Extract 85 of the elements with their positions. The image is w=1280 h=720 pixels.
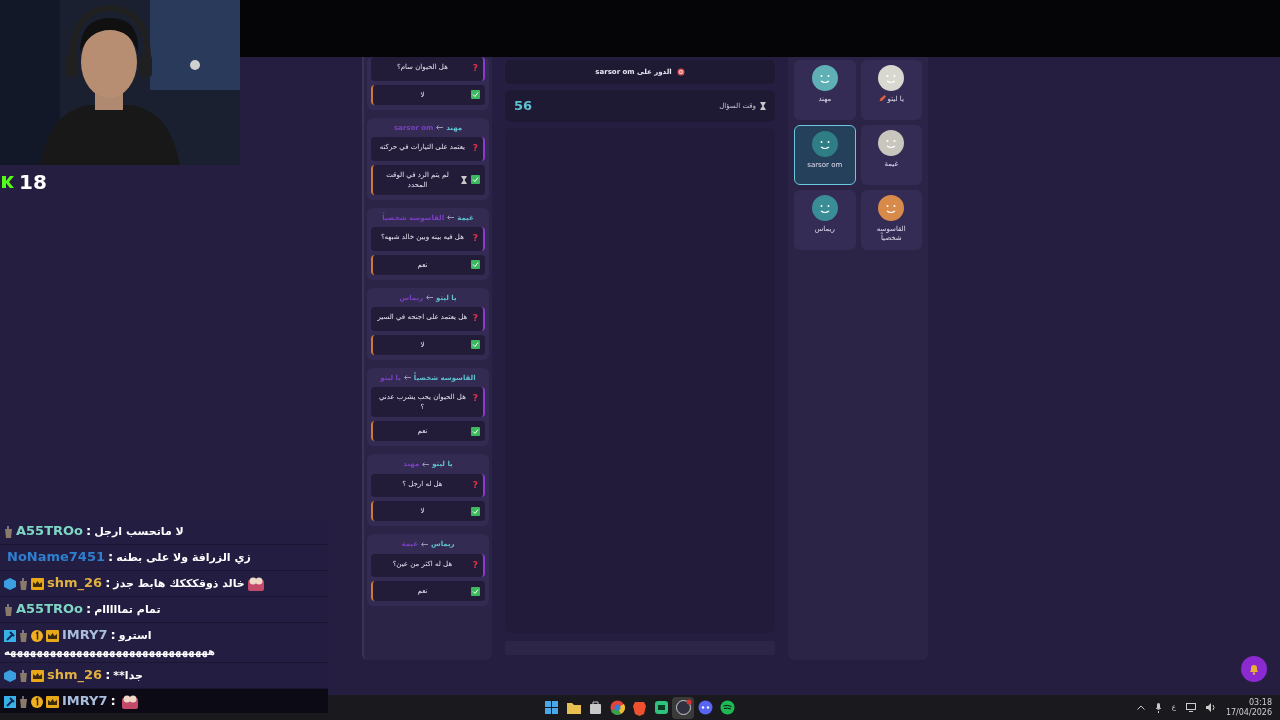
cup-icon	[19, 669, 28, 682]
chat-username: shm_26	[47, 575, 103, 590]
timer-value: 56	[514, 97, 533, 116]
microphone-icon[interactable]	[1154, 702, 1162, 713]
chat-text: خالد ذوقكككك هابط جدز	[113, 577, 245, 590]
music-circle-icon	[718, 699, 736, 716]
cube-icon	[4, 577, 16, 590]
crown-icon	[31, 577, 44, 590]
cup-icon	[19, 629, 28, 642]
chevron-up-icon[interactable]	[1136, 705, 1145, 710]
chat-username: IMRY7	[62, 693, 108, 708]
arrow-left-icon	[422, 461, 430, 467]
arrow-left-icon	[426, 295, 434, 301]
question-mark: ?	[472, 478, 478, 492]
crown-icon	[31, 669, 44, 682]
checkmark-icon	[471, 90, 480, 99]
checkmark-icon	[471, 260, 480, 269]
checkmark-icon	[471, 340, 480, 349]
chat-bubble-icon	[652, 699, 670, 716]
arrow-left-icon	[420, 541, 428, 547]
question-mark: ?	[472, 558, 478, 572]
chat-username: A55TROo	[16, 523, 83, 538]
cup-icon	[19, 695, 28, 708]
chat-text: تمام تمااااام	[94, 603, 161, 616]
cup-icon	[19, 577, 28, 590]
number-one-icon	[31, 695, 43, 708]
checkmark-icon	[471, 506, 480, 516]
checkmark-icon	[471, 426, 480, 436]
clock-time[interactable]: 03:18	[1248, 697, 1272, 708]
question-mark: ?	[472, 312, 478, 325]
viewer-count: 18	[19, 169, 47, 196]
separator-text: :	[110, 693, 116, 708]
hammer-icon	[4, 629, 16, 642]
cup-icon	[4, 603, 13, 616]
emote-icon	[246, 575, 265, 592]
cup-icon	[4, 525, 13, 538]
checkmark-icon	[471, 175, 480, 184]
separator-text: :	[86, 523, 92, 538]
chat-username: A55TROo	[16, 601, 83, 616]
k-logo-icon	[2, 174, 14, 190]
chat-text: هههههههههههههههههههههههههههههههه	[4, 645, 217, 659]
chat-username: NoName7451	[7, 549, 105, 564]
avatar-icon	[810, 130, 839, 158]
chat-text: زي الزرافة ولا على بطنه	[116, 551, 251, 564]
checkmark-icon	[471, 586, 480, 596]
taskbar-app-button[interactable]	[672, 696, 694, 719]
emote-icon	[120, 693, 139, 710]
monitor-icon[interactable]	[1185, 703, 1196, 712]
separator-text: :	[108, 549, 114, 564]
separator-text: :	[110, 627, 116, 642]
cube-icon	[4, 669, 16, 682]
avatar-icon	[877, 129, 906, 157]
avatar-icon	[877, 64, 906, 92]
windows-icon	[542, 699, 560, 716]
hourglass-icon	[461, 175, 467, 184]
avatar-icon	[810, 64, 839, 92]
question-mark: ?	[472, 232, 478, 245]
separator-text: :	[105, 575, 111, 590]
chat-username: shm_26	[47, 667, 103, 682]
arrow-left-icon	[436, 125, 444, 131]
bell-icon	[1248, 663, 1260, 675]
crown-icon	[46, 629, 59, 642]
hourglass-icon	[760, 102, 766, 110]
chat-username: IMRY7	[62, 627, 108, 642]
number-one-icon	[31, 629, 43, 642]
crown-icon	[46, 695, 59, 708]
chat-text: استرو	[118, 629, 152, 642]
chat-text: **جدا	[113, 669, 143, 682]
chrome-icon	[608, 699, 626, 716]
hammer-icon	[4, 695, 16, 708]
clock-date[interactable]: 17/04/2026	[1225, 707, 1272, 718]
chat-text: لا ماتحسب ارجل	[94, 525, 184, 538]
floating-action-button[interactable]	[1241, 656, 1267, 682]
avatar-icon	[877, 194, 906, 222]
question-mark: ?	[472, 62, 478, 75]
arrow-left-icon	[447, 215, 455, 221]
target-icon	[676, 68, 685, 76]
question-mark: ?	[472, 392, 478, 405]
record-icon	[674, 699, 692, 716]
speaker-icon[interactable]	[1205, 703, 1216, 712]
separator-text: :	[105, 667, 111, 682]
arrow-left-icon	[403, 375, 411, 381]
separator-text: :	[86, 601, 92, 616]
question-mark: ?	[472, 142, 478, 155]
avatar-icon	[810, 194, 839, 222]
